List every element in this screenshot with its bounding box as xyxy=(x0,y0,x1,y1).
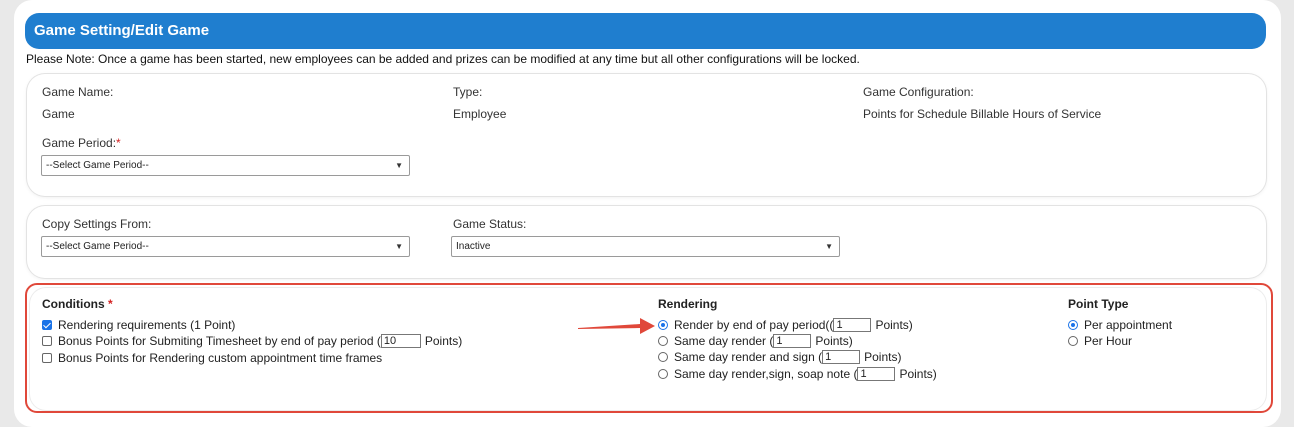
lock-note: Please Note: Once a game has been starte… xyxy=(26,52,860,66)
radio-button[interactable] xyxy=(1068,320,1078,330)
chevron-down-icon: ▼ xyxy=(395,161,403,170)
point-type-title: Point Type xyxy=(1068,297,1129,311)
rendering-label: Same day render,sign, soap note ( xyxy=(674,367,858,381)
game-status-label: Game Status: xyxy=(453,217,527,231)
condition-bonus-custom-timeframes[interactable]: Bonus Points for Rendering custom appoin… xyxy=(42,351,382,365)
condition-label: Rendering requirements (1 Point) xyxy=(58,318,236,332)
chevron-down-icon: ▼ xyxy=(395,242,403,251)
game-status-select[interactable]: Inactive ▼ xyxy=(451,236,840,257)
checkbox[interactable] xyxy=(42,320,52,330)
points-suffix: Points) xyxy=(424,334,463,348)
condition-label: Bonus Points for Submiting Timesheet by … xyxy=(58,334,381,348)
points-suffix: Points) xyxy=(864,350,902,364)
points-suffix: Points) xyxy=(875,318,913,332)
game-period-label: Game Period:* xyxy=(42,136,121,150)
points-input[interactable]: 1 xyxy=(857,367,896,381)
condition-bonus-timesheet[interactable]: Bonus Points for Submiting Timesheet by … xyxy=(42,334,462,348)
copy-settings-label: Copy Settings From: xyxy=(42,217,152,231)
red-arrow-icon xyxy=(578,318,655,334)
bonus-points-input[interactable]: 10 xyxy=(380,334,421,348)
rendering-label: Render by end of pay period(( xyxy=(674,318,834,332)
required-mark: * xyxy=(116,136,121,150)
game-name-label: Game Name: xyxy=(42,85,114,99)
radio-button[interactable] xyxy=(658,352,668,362)
rendering-option-same-day-sign[interactable]: Same day render and sign ( 1 Points) xyxy=(658,350,901,364)
condition-rendering-requirements[interactable]: Rendering requirements (1 Point) xyxy=(42,318,235,332)
rendering-option-end-of-pay-period[interactable]: Render by end of pay period(( 1 Points) xyxy=(658,318,913,332)
point-type-label: Per appointment xyxy=(1084,318,1173,332)
copy-settings-select[interactable]: --Select Game Period-- ▼ xyxy=(41,236,410,257)
chevron-down-icon: ▼ xyxy=(825,242,833,251)
game-config-value: Points for Schedule Billable Hours of Se… xyxy=(863,107,1102,121)
required-mark: * xyxy=(108,297,113,311)
game-info-card xyxy=(27,74,1266,196)
game-status-select-value: Inactive xyxy=(456,241,491,252)
type-label: Type: xyxy=(453,85,483,99)
radio-button[interactable] xyxy=(658,320,668,330)
rendering-option-same-day[interactable]: Same day render ( 1 Points) xyxy=(658,334,853,348)
radio-button[interactable] xyxy=(1068,336,1078,346)
conditions-title: Conditions * xyxy=(42,297,113,311)
radio-button[interactable] xyxy=(658,336,668,346)
checkbox[interactable] xyxy=(42,336,52,346)
game-period-select-value: --Select Game Period-- xyxy=(46,160,149,171)
type-value: Employee xyxy=(453,107,507,121)
checkbox[interactable] xyxy=(42,353,52,363)
rendering-option-same-day-soap[interactable]: Same day render,sign, soap note ( 1 Poin… xyxy=(658,367,937,381)
game-period-select[interactable]: --Select Game Period-- ▼ xyxy=(41,155,410,176)
points-input[interactable]: 1 xyxy=(773,334,812,348)
page-title: Game Setting/Edit Game xyxy=(25,13,1266,49)
game-name-value: Game xyxy=(42,107,75,121)
rendering-label: Same day render and sign ( xyxy=(674,350,823,364)
game-config-label: Game Configuration: xyxy=(863,85,974,99)
point-type-per-hour[interactable]: Per Hour xyxy=(1068,334,1132,348)
game-period-label-text: Game Period: xyxy=(42,136,117,150)
points-input[interactable]: 1 xyxy=(822,350,861,364)
conditions-title-text: Conditions xyxy=(42,297,105,311)
rendering-label: Same day render ( xyxy=(674,334,774,348)
rendering-title: Rendering xyxy=(658,297,718,311)
condition-label: Bonus Points for Rendering custom appoin… xyxy=(58,351,383,365)
copy-settings-select-value: --Select Game Period-- xyxy=(46,241,149,252)
point-type-label: Per Hour xyxy=(1084,334,1133,348)
point-type-per-appointment[interactable]: Per appointment xyxy=(1068,318,1172,332)
points-suffix: Points) xyxy=(899,367,937,381)
points-input[interactable]: 1 xyxy=(833,318,872,332)
points-suffix: Points) xyxy=(815,334,853,348)
radio-button[interactable] xyxy=(658,369,668,379)
